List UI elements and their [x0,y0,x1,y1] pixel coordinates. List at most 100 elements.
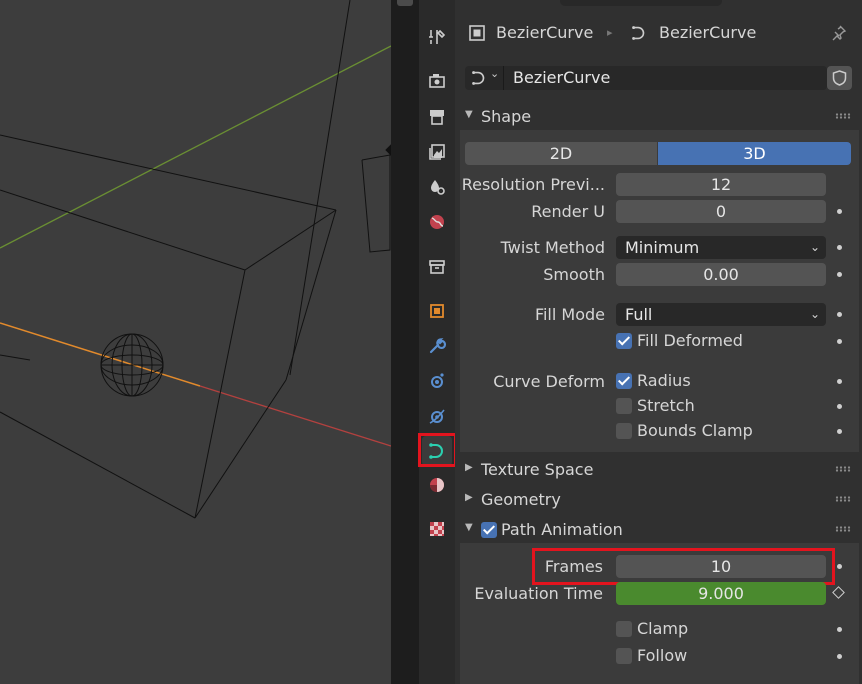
tab-tool[interactable] [422,22,452,52]
panel-geometry-title: Geometry [481,490,561,509]
drag-grip-icon[interactable] [835,526,851,532]
radius-checkbox[interactable] [616,373,632,389]
tab-material[interactable] [422,470,452,500]
render-u-field[interactable]: 0 [616,200,826,223]
tab-view-layer[interactable] [422,137,452,167]
breadcrumb-object-name: BezierCurve [496,23,594,42]
keyframe-dot-icon[interactable] [837,312,842,317]
tab-object[interactable] [422,296,452,326]
twist-method-label: Twist Method [500,238,605,257]
tab-curve-data[interactable] [422,436,452,466]
fill-mode-dropdown[interactable]: Full ⌄ [616,303,826,326]
fill-deformed-checkbox[interactable] [616,333,632,349]
collection-icon [429,260,445,274]
keyframe-dot-icon[interactable] [837,429,842,434]
x-axis-line-red [199,385,391,447]
keyframe-dot-icon[interactable] [837,245,842,250]
panel-geometry-header[interactable]: ▶ Geometry [460,487,859,513]
tab-modifier[interactable] [422,331,452,361]
pin-icon[interactable] [829,24,847,42]
curve-deform-label: Curve Deform [493,372,605,391]
curve-data-icon [632,26,645,40]
keyframe-dot-icon[interactable] [837,627,842,632]
chevron-down-icon: ⌄ [809,240,820,254]
sphere-wireframe [100,333,164,397]
twist-method-value: Minimum [625,238,700,257]
resolution-preview-field[interactable]: 12 [616,173,826,196]
datablock-selector[interactable]: ⌄ BezierCurve [465,66,827,90]
tab-world[interactable] [422,207,452,237]
tab-output[interactable] [422,102,452,132]
panel-texture-space-title: Texture Space [481,460,594,479]
output-icon [430,110,444,125]
keyframe-dot-icon[interactable] [837,209,842,214]
tab-render[interactable] [422,66,452,96]
path-animation-checkbox[interactable] [481,522,497,538]
panel-path-animation-title: Path Animation [501,520,623,539]
follow-checkbox[interactable] [616,648,632,664]
tab-scene[interactable] [422,172,452,202]
keyframe-dot-icon[interactable] [837,379,842,384]
dimension-3d-button[interactable]: 3D [658,142,851,165]
drag-grip-icon[interactable] [835,466,851,472]
editor-divider[interactable] [391,0,419,684]
panel-shape-header[interactable]: ▼ Shape [460,104,859,130]
3d-viewport[interactable] [0,0,391,684]
expand-triangle-icon: ▼ [465,522,473,533]
keyframe-dot-icon[interactable] [837,654,842,659]
fake-user-button[interactable] [827,66,852,90]
physics-icon [429,409,445,424]
expand-triangle-icon: ▼ [465,109,473,120]
datablock-name: BezierCurve [513,68,611,87]
properties-editor: BezierCurve ▸ BezierCurve ⌄ BezierCurve … [455,0,862,684]
bounds-clamp-checkbox[interactable] [616,423,632,439]
keyframe-dot-icon[interactable] [837,404,842,409]
dimension-2d-button[interactable]: 2D [465,142,657,165]
search-field-stub[interactable] [560,0,722,6]
follow-label: Follow [637,646,688,665]
twist-method-dropdown[interactable]: Minimum ⌄ [616,236,826,259]
frames-field[interactable]: 10 [616,555,826,578]
frames-label: Frames [544,557,603,576]
tab-particles[interactable] [422,366,452,396]
texture-icon [430,522,444,536]
view-layer-icon [429,144,445,160]
drag-grip-icon[interactable] [835,113,851,119]
scene-icon [431,180,445,195]
drag-grip-icon[interactable] [835,496,851,502]
breadcrumb: BezierCurve ▸ BezierCurve [455,18,862,48]
resolution-preview-label: Resolution Previ... [461,175,605,194]
material-icon [430,478,444,492]
clamp-checkbox[interactable] [616,621,632,637]
fill-mode-value: Full [625,305,653,324]
viewport-scene [0,0,391,519]
keyframe-dot-icon[interactable] [837,564,842,569]
particles-icon [431,373,444,388]
tab-collection[interactable] [422,252,452,282]
evaluation-time-label: Evaluation Time [474,584,603,603]
modifier-icon [429,338,447,354]
object-icon [430,304,444,318]
stretch-checkbox[interactable] [616,398,632,414]
keyframe-dot-icon[interactable] [837,339,842,344]
chevron-down-icon: ⌄ [809,307,820,321]
fill-deformed-label: Fill Deformed [637,331,743,350]
y-axis-line [0,45,391,249]
object-icon [469,25,485,41]
x-axis-line [0,322,201,387]
panel-texture-space-header[interactable]: ▶ Texture Space [460,457,859,483]
properties-tab-bar [419,0,455,684]
shield-icon [832,70,847,86]
render-icon [429,74,445,88]
breadcrumb-separator-icon: ▸ [607,26,613,39]
panel-path-animation-header[interactable]: ▼ Path Animation [460,517,859,543]
box-wireframe [0,134,337,519]
breadcrumb-data-name: BezierCurve [659,23,757,42]
evaluation-time-field[interactable]: 9.000 [616,582,826,605]
tab-physics[interactable] [422,401,452,431]
keyframe-dot-icon[interactable] [837,272,842,277]
smooth-field[interactable]: 0.00 [616,263,826,286]
tool-icon [429,29,446,44]
fill-mode-label: Fill Mode [534,305,605,324]
tab-texture[interactable] [422,514,452,544]
